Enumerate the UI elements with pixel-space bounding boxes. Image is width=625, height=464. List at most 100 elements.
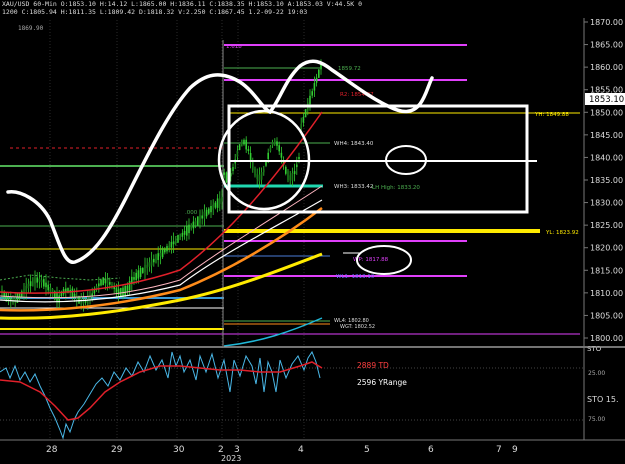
candle-body [49, 287, 52, 293]
candle-body [203, 211, 206, 219]
candle-body [21, 291, 23, 297]
time-tick-label: 6 [428, 445, 434, 455]
level-wl1-label: WL1: 1813.10 [336, 274, 375, 280]
time-tick-label: 4 [298, 445, 304, 455]
candle-body [170, 241, 173, 248]
candle-body [280, 152, 283, 158]
candle-body [73, 293, 76, 297]
ma-orange [0, 207, 323, 312]
candle-body [98, 283, 100, 287]
candle-body [212, 204, 214, 210]
candle-body [27, 283, 30, 289]
price-panel[interactable]: 1.618 1859.72 R2: 1854.07 YH: 1849.88 WH… [0, 20, 580, 440]
candle-body [89, 296, 91, 299]
time-axis[interactable]: 28 29 30 2 3 4 5 6 7 9 2023 [0, 439, 625, 463]
candle-body [45, 282, 47, 288]
level-yh-label: YH: 1849.88 [534, 112, 569, 118]
candle-body [172, 241, 175, 245]
level-1818-label: 1.618 [226, 44, 242, 50]
candle-body [304, 109, 307, 118]
candle-body [175, 238, 177, 244]
candle-body [276, 141, 278, 146]
candle-body [150, 259, 153, 266]
candle-body [208, 208, 210, 214]
price-tick-label: 1835.00 [590, 176, 623, 185]
candle-body [289, 175, 291, 181]
time-tick-label: 7 [496, 445, 502, 455]
candle-body [186, 226, 188, 236]
candle-body [271, 142, 274, 146]
candle-body [124, 286, 126, 296]
candle-body [245, 139, 247, 150]
oscillator-panel[interactable]: 2889 TD 2596 YRange 25.00 STO 15. 75.00 [0, 346, 625, 440]
candle-body [256, 174, 258, 180]
candle-body [311, 91, 313, 96]
candle-body [263, 169, 265, 173]
candle-body [265, 161, 267, 166]
candle-body [238, 144, 241, 151]
price-axis[interactable]: 1870.001865.001860.001855.001850.001845.… [583, 18, 625, 353]
candle-body [40, 279, 43, 283]
candle-body [126, 285, 129, 292]
candle-body [166, 246, 168, 252]
time-tick-label: 29 [111, 445, 123, 455]
candle-body [223, 172, 225, 175]
candle-body [258, 174, 261, 182]
candle-body [320, 64, 322, 70]
candle-body [12, 296, 14, 304]
ma-cyan [223, 317, 323, 347]
osc-tick-75: 75.00 [588, 416, 605, 423]
candle-body [219, 198, 221, 204]
candle-body [102, 277, 104, 286]
candle-body [302, 117, 305, 123]
level-dot-label: .000 [185, 210, 198, 216]
price-tick-label: 1860.00 [590, 63, 623, 72]
candle-body [38, 278, 41, 282]
price-tick-label: 1865.00 [590, 41, 623, 50]
time-tick-label: 9 [512, 445, 518, 455]
level-wh4-label: WH4: 1843.40 [334, 141, 374, 147]
candle-body [296, 164, 298, 168]
candle-body [181, 232, 184, 237]
candle-body [148, 262, 151, 267]
ma-red [0, 111, 323, 294]
level-wp-label: WP: 1817.88 [353, 257, 389, 263]
candle-body [34, 277, 36, 284]
price-tick-label: 1815.00 [590, 266, 623, 275]
candle-body [216, 198, 219, 208]
candle-body [100, 279, 102, 286]
candle-body [269, 146, 272, 152]
candle-body [254, 168, 256, 176]
last-price-label: 1853.10 [589, 95, 624, 105]
candle-body [117, 288, 120, 295]
candle-body [168, 245, 170, 248]
candle-body [318, 69, 320, 78]
candle-body [142, 268, 144, 273]
candle-body [76, 295, 78, 300]
level-wgt-label: WGT: 1802.52 [340, 324, 375, 330]
candle-body [285, 166, 287, 174]
candle-body [133, 277, 135, 280]
candle-body [161, 248, 164, 258]
candle-body [315, 77, 318, 83]
candle-body [179, 233, 181, 240]
time-tick-label: 5 [364, 445, 370, 455]
price-tick-label: 1845.00 [590, 131, 623, 140]
level-lh-high-label: LH High: 1833.20 [372, 185, 420, 191]
level-wh3-label: WH3: 1833.42 [334, 184, 373, 190]
candle-body [274, 139, 276, 145]
candle-body [221, 196, 223, 202]
price-tick-label: 1800.00 [590, 334, 623, 343]
candle-body [47, 284, 49, 291]
year-label: 2023 [221, 454, 241, 463]
candle-body [210, 205, 212, 213]
osc-tick-25: 25.00 [588, 370, 605, 377]
corner-price-label: 1869.90 [18, 25, 44, 32]
candle-body [214, 202, 217, 208]
time-tick-label: 28 [46, 445, 58, 455]
price-tick-labels: 1870.001865.001860.001855.001850.001845.… [584, 18, 623, 343]
candle-body [194, 220, 197, 226]
candle-body [146, 264, 148, 269]
candle-body [128, 280, 131, 291]
level-1859-label: 1859.72 [338, 66, 361, 72]
